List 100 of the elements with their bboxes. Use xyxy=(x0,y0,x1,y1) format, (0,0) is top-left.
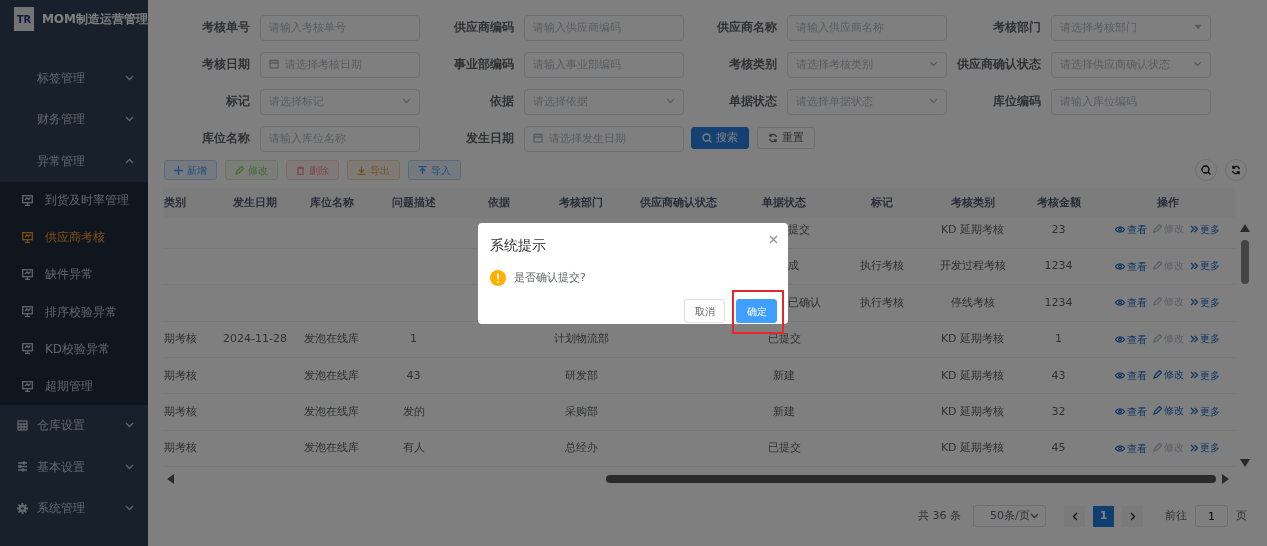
column-header: 考核部门 xyxy=(559,196,603,209)
page-size-select[interactable]: 50条/页 xyxy=(973,505,1046,527)
table-cell: KD 延期考核 xyxy=(940,332,1005,346)
table-cell: 新建 xyxy=(773,404,795,418)
scroll-left-icon[interactable] xyxy=(167,474,174,484)
view-link[interactable]: 查看 xyxy=(1115,295,1147,311)
prev-page-button[interactable] xyxy=(1064,505,1085,527)
refresh-button[interactable] xyxy=(1225,159,1247,181)
reset-button[interactable]: 重置 xyxy=(756,127,815,149)
more-link[interactable]: 更多 xyxy=(1190,221,1220,237)
menu-item[interactable]: 标签管理 xyxy=(0,57,148,99)
column-header: 供应商确认状态 xyxy=(639,196,717,209)
table-cell: 开发过程考核 xyxy=(939,259,1006,273)
table-cell: 1234 xyxy=(1044,295,1073,309)
eye-icon xyxy=(1115,408,1125,416)
chevron-down-icon xyxy=(1192,61,1202,67)
menu-item[interactable]: 异常管理 xyxy=(0,140,148,182)
double-chevron-icon xyxy=(1190,225,1198,234)
column-header: 考核类别 xyxy=(950,196,995,209)
submenu-item[interactable]: 供应商考核 xyxy=(0,218,148,256)
eye-icon xyxy=(1115,335,1125,343)
edit-link[interactable]: 修改 xyxy=(1153,367,1184,382)
monitor-icon xyxy=(22,380,33,392)
more-link[interactable]: 更多 xyxy=(1190,258,1220,274)
sliders-icon xyxy=(17,461,28,473)
scroll-up-icon[interactable] xyxy=(1239,224,1250,232)
column-header: 问题描述 xyxy=(391,196,436,209)
chevron-down-icon xyxy=(929,98,938,104)
menu-item[interactable]: 系统管理 xyxy=(0,487,148,530)
more-link[interactable]: 更多 xyxy=(1190,294,1220,310)
table-cell: 43 xyxy=(1051,368,1066,382)
table-cell: 期考核 xyxy=(164,441,197,455)
table-cell: KD 延期考核 xyxy=(940,441,1005,455)
column-header: 操作 xyxy=(1156,196,1179,209)
menu-item[interactable]: 财务管理 xyxy=(0,98,148,140)
double-chevron-icon xyxy=(1190,298,1198,307)
chevron-left-icon xyxy=(1071,511,1078,521)
double-chevron-icon xyxy=(1190,443,1198,452)
view-link[interactable]: 查看 xyxy=(1115,404,1147,420)
page-button[interactable]: 1 xyxy=(1093,505,1114,527)
view-link[interactable]: 查看 xyxy=(1115,222,1147,238)
submenu-item[interactable]: 排序校验异常 xyxy=(0,293,148,331)
scrollbar-thumb[interactable] xyxy=(1240,240,1249,284)
field-label: 考核单号 xyxy=(201,19,250,36)
submenu-item[interactable]: KD校验异常 xyxy=(0,330,148,368)
table-cell: 发泡在线库 xyxy=(304,368,359,382)
table-cell: 已提交 xyxy=(767,332,801,346)
table-cell: 有人 xyxy=(402,441,425,455)
more-link[interactable]: 更多 xyxy=(1190,367,1220,383)
scrollbar-thumb[interactable] xyxy=(606,475,1216,483)
submenu-item[interactable]: 缺件异常 xyxy=(0,255,148,294)
trash-icon xyxy=(296,165,305,175)
search-button[interactable]: 搜索 xyxy=(690,127,749,149)
confirm-button[interactable]: 确定 xyxy=(736,299,777,323)
table-cell: 已确认 xyxy=(788,295,821,309)
view-link[interactable]: 查看 xyxy=(1115,440,1147,456)
import-button[interactable]: 导入 xyxy=(408,160,461,180)
submenu-item[interactable]: 到货及时率管理 xyxy=(0,181,148,219)
column-header: 库位名称 xyxy=(309,196,354,209)
more-link[interactable]: 更多 xyxy=(1190,403,1220,419)
edit-link[interactable]: 修改 xyxy=(1153,403,1184,419)
submenu-item[interactable]: 超期管理 xyxy=(0,367,148,405)
table-cell: 提交 xyxy=(788,222,810,236)
view-link[interactable]: 查看 xyxy=(1115,258,1147,274)
more-link[interactable]: 更多 xyxy=(1190,440,1220,456)
logo: TR xyxy=(14,7,34,31)
download-icon xyxy=(357,165,366,175)
upload-icon xyxy=(418,165,427,175)
eye-icon xyxy=(1115,444,1125,452)
plus-icon xyxy=(174,165,183,175)
view-link[interactable]: 查看 xyxy=(1115,368,1147,383)
search-button[interactable] xyxy=(1195,159,1217,181)
refresh-icon xyxy=(1231,165,1241,175)
scroll-right-icon[interactable] xyxy=(1222,474,1229,484)
add-button[interactable]: 新增 xyxy=(164,160,217,180)
export-button[interactable]: 导出 xyxy=(347,160,400,180)
field-label: 考核部门 xyxy=(991,19,1041,36)
calendar-icon xyxy=(532,133,543,143)
view-link[interactable]: 查看 xyxy=(1115,331,1147,347)
table-cell: 32 xyxy=(1051,404,1066,418)
cancel-button[interactable]: 取消 xyxy=(684,299,725,323)
pencil-icon xyxy=(1153,442,1162,452)
table-cell: 发泡在线库 xyxy=(304,404,359,418)
close-icon[interactable] xyxy=(769,235,778,244)
column-header: 类别 xyxy=(164,196,186,209)
dialog-title: 系统提示 xyxy=(490,236,546,255)
scroll-down-icon[interactable] xyxy=(1239,459,1250,467)
table-cell: 发的 xyxy=(402,404,425,418)
field-label: 供应商编码 xyxy=(452,19,514,36)
pencil-icon xyxy=(235,165,244,175)
field-label: 标记 xyxy=(225,93,250,110)
next-page-button[interactable] xyxy=(1122,505,1143,527)
page-input[interactable]: 1 xyxy=(1195,505,1228,527)
chevron-down-icon xyxy=(1030,513,1039,519)
eye-icon xyxy=(1115,262,1125,270)
chevron-down-icon xyxy=(665,98,675,104)
more-link[interactable]: 更多 xyxy=(1190,331,1220,347)
monitor-icon xyxy=(22,268,33,280)
total-count: 共 36 条 xyxy=(918,507,961,524)
settings-icon xyxy=(17,502,28,514)
